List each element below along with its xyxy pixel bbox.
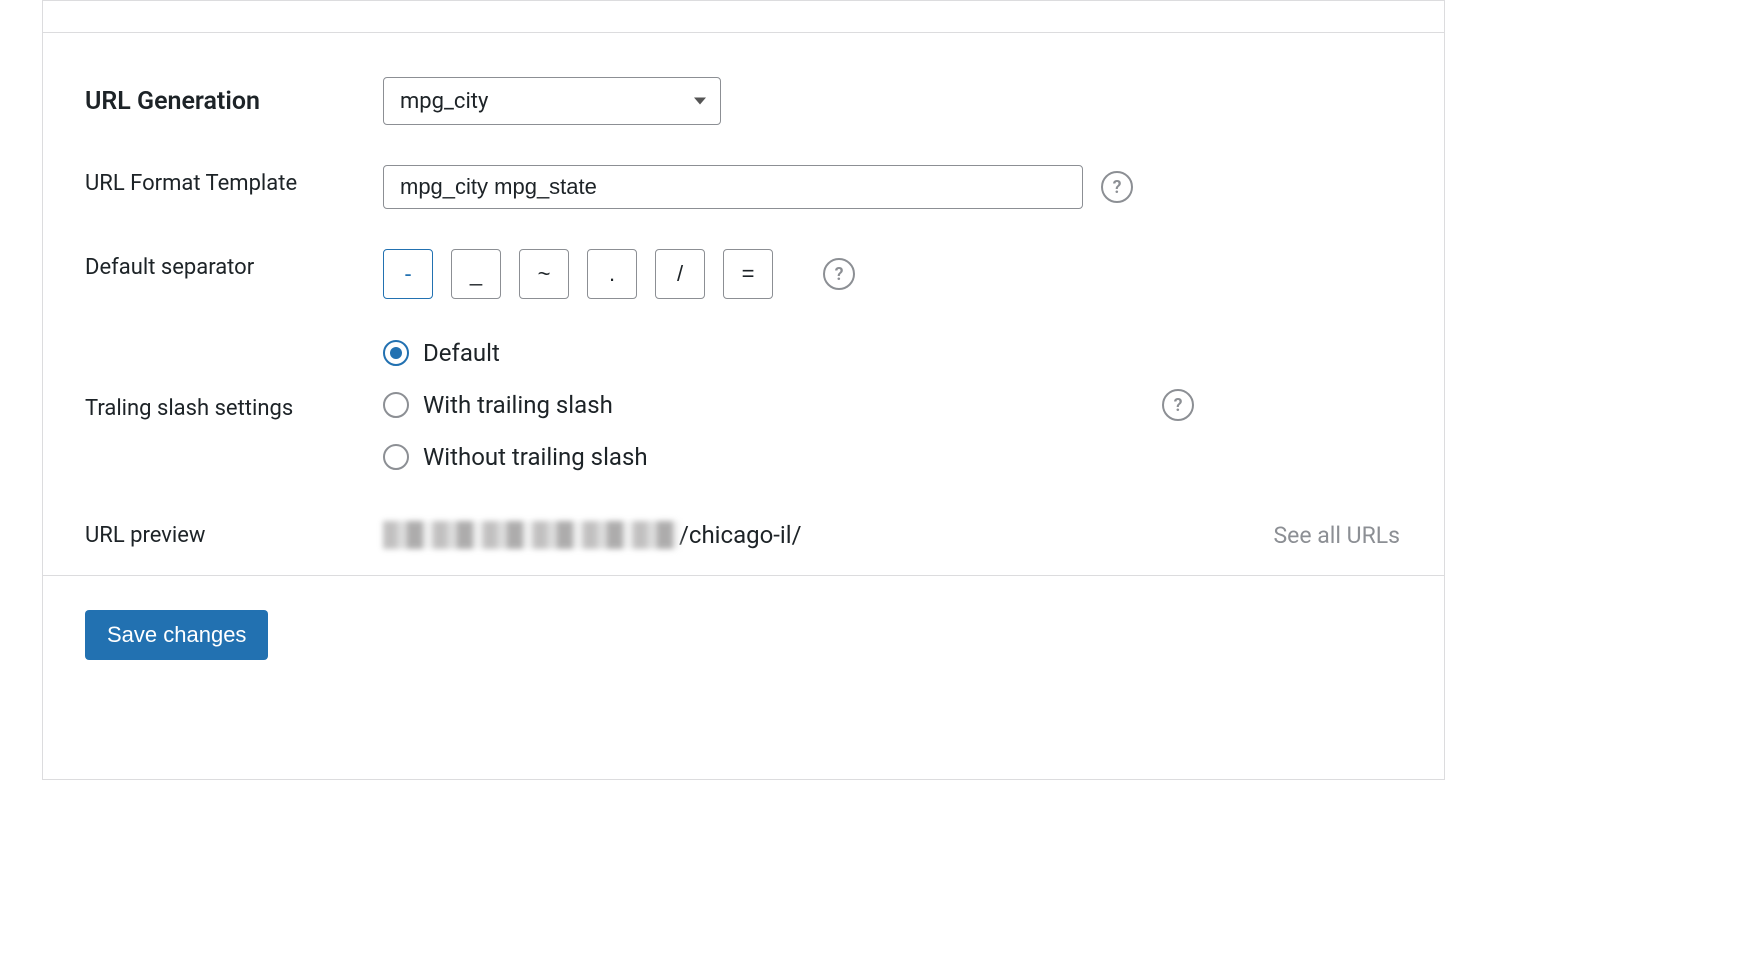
separator-option-equals[interactable]: = bbox=[723, 249, 773, 299]
radio-icon bbox=[383, 340, 409, 366]
url-preview-suffix: /chicago-il/ bbox=[679, 521, 802, 549]
help-icon[interactable]: ? bbox=[823, 258, 855, 290]
url-preview-label: URL preview bbox=[43, 523, 383, 548]
separator-group: - _ ~ . / = ? bbox=[383, 249, 855, 299]
chevron-down-icon bbox=[694, 98, 706, 105]
help-icon[interactable]: ? bbox=[1162, 389, 1194, 421]
section-heading: URL Generation bbox=[43, 77, 383, 116]
separator-option-underscore[interactable]: _ bbox=[451, 249, 501, 299]
url-preview-row: URL preview /chicago-il/ See all URLs bbox=[43, 491, 1444, 559]
settings-panel: URL Generation mpg_city URL Format Templ… bbox=[42, 0, 1445, 780]
url-format-template-control: ? bbox=[383, 165, 1444, 209]
trailing-slash-option-default[interactable]: Default bbox=[383, 339, 648, 367]
save-button[interactable]: Save changes bbox=[85, 610, 268, 660]
radio-icon bbox=[383, 392, 409, 418]
radio-label: With trailing slash bbox=[423, 391, 613, 419]
see-all-urls-link[interactable]: See all URLs bbox=[1274, 522, 1445, 549]
url-generation-select-value: mpg_city bbox=[400, 89, 488, 114]
default-separator-row: Default separator - _ ~ . / = ? bbox=[43, 229, 1444, 319]
panel-body: URL Generation mpg_city URL Format Templ… bbox=[43, 33, 1444, 660]
separator-option-dot[interactable]: . bbox=[587, 249, 637, 299]
trailing-slash-row: Traling slash settings Default With trai… bbox=[43, 319, 1444, 491]
separator-option-hyphen[interactable]: - bbox=[383, 249, 433, 299]
url-generation-control: mpg_city bbox=[383, 77, 1444, 125]
trailing-slash-group: Default With trailing slash Without trai… bbox=[383, 339, 648, 471]
radio-label: Default bbox=[423, 339, 500, 367]
default-separator-label: Default separator bbox=[43, 249, 383, 280]
url-preview-value-wrap: /chicago-il/ See all URLs bbox=[383, 521, 1444, 549]
radio-icon bbox=[383, 444, 409, 470]
trailing-slash-option-with[interactable]: With trailing slash bbox=[383, 391, 648, 419]
url-format-template-input[interactable] bbox=[383, 165, 1083, 209]
default-separator-control: - _ ~ . / = ? bbox=[383, 249, 1444, 299]
trailing-slash-control: Default With trailing slash Without trai… bbox=[383, 339, 1444, 471]
url-format-template-label: URL Format Template bbox=[43, 165, 383, 196]
trailing-slash-label: Traling slash settings bbox=[43, 390, 383, 421]
help-icon[interactable]: ? bbox=[1101, 171, 1133, 203]
url-generation-select[interactable]: mpg_city bbox=[383, 77, 721, 125]
panel-header-strip bbox=[43, 1, 1444, 33]
url-generation-row: URL Generation mpg_city bbox=[43, 57, 1444, 145]
divider bbox=[43, 575, 1444, 576]
url-preview-obscured-domain bbox=[383, 521, 679, 549]
radio-label: Without trailing slash bbox=[423, 443, 648, 471]
url-format-template-row: URL Format Template ? bbox=[43, 145, 1444, 229]
trailing-slash-option-without[interactable]: Without trailing slash bbox=[383, 443, 648, 471]
separator-option-slash[interactable]: / bbox=[655, 249, 705, 299]
separator-option-tilde[interactable]: ~ bbox=[519, 249, 569, 299]
